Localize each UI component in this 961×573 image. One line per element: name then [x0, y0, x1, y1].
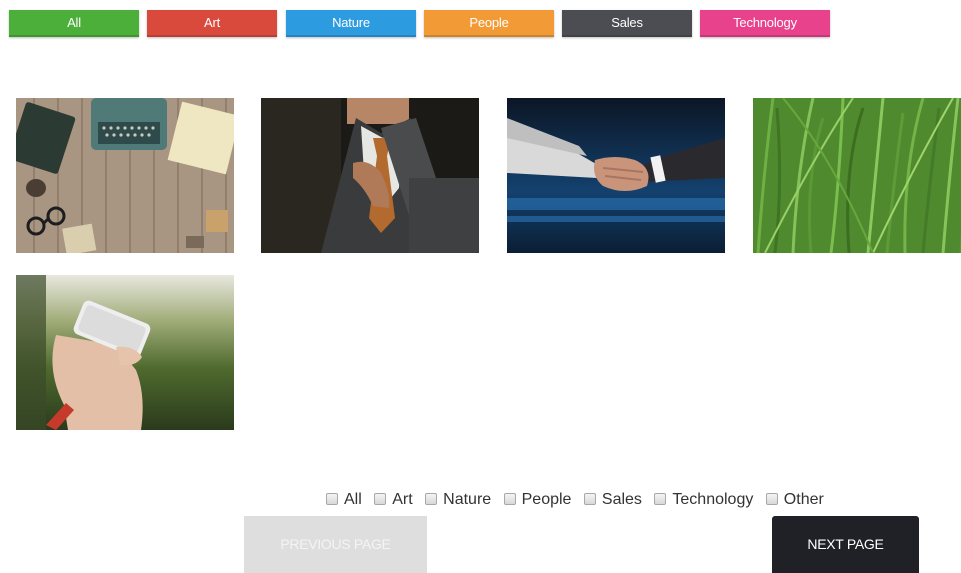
filter-art-button[interactable]: Art [147, 10, 277, 37]
handshake-photo[interactable] [507, 98, 725, 253]
checkbox-item-people: People [503, 491, 572, 509]
filter-technology-button[interactable]: Technology [700, 10, 830, 37]
checkbox-nature[interactable] [425, 493, 438, 505]
checkbox-item-sales: Sales [583, 491, 642, 509]
desk-typewriter-image [16, 98, 234, 253]
checkbox-item-technology: Technology [654, 491, 753, 509]
grass-photo[interactable] [753, 98, 961, 253]
checkbox-item-other: Other [765, 491, 824, 509]
checkbox-label-sales: Sales [601, 491, 642, 508]
gallery-page: All Art Nature People Sales Technology A… [0, 0, 961, 573]
checkbox-item-art: Art [374, 491, 413, 509]
businessman-tie-image [261, 98, 479, 253]
checkbox-people[interactable] [503, 493, 516, 505]
smartphone-hand-image [16, 275, 234, 430]
checkbox-item-all: All [326, 491, 362, 509]
checkbox-label-art: Art [392, 491, 413, 508]
filter-sales-button[interactable]: Sales [562, 10, 692, 37]
checkbox-label-people: People [521, 491, 572, 508]
checkbox-art[interactable] [374, 493, 387, 505]
checkbox-item-nature: Nature [425, 491, 491, 509]
next-page-button[interactable]: NEXT PAGE [772, 516, 919, 573]
grass-image [753, 98, 961, 253]
businessman-tie-photo[interactable] [261, 98, 479, 253]
desk-typewriter-photo[interactable] [16, 98, 234, 253]
checkbox-sales[interactable] [583, 493, 596, 505]
checkbox-label-nature: Nature [443, 491, 492, 508]
handshake-image [507, 98, 725, 253]
filter-people-button[interactable]: People [424, 10, 554, 37]
checkbox-label-all: All [344, 491, 362, 508]
checkbox-all[interactable] [326, 493, 338, 505]
category-checkbox-row: All Art Nature People Sales Technology O… [326, 491, 832, 511]
smartphone-hand-photo[interactable] [16, 275, 234, 430]
previous-page-button[interactable]: PREVIOUS PAGE [244, 516, 427, 573]
filter-nature-button[interactable]: Nature [286, 10, 416, 37]
checkbox-label-other: Other [783, 491, 824, 508]
filter-all-button[interactable]: All [9, 10, 139, 37]
checkbox-technology[interactable] [654, 493, 667, 505]
checkbox-label-technology: Technology [672, 491, 754, 508]
checkbox-other[interactable] [765, 493, 778, 505]
